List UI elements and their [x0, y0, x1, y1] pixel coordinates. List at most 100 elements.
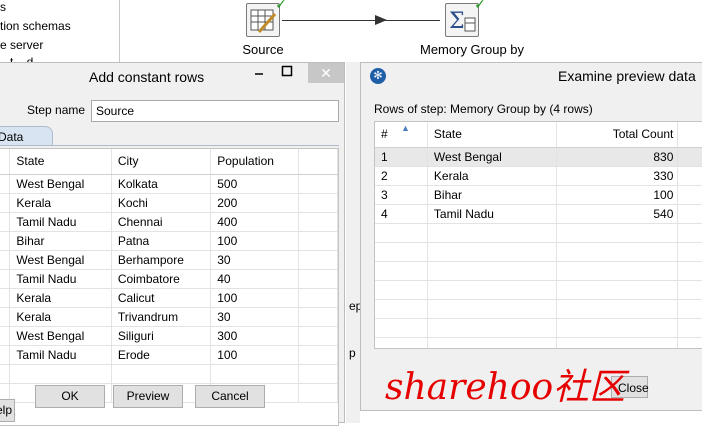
- table-row[interactable]: Kerala Calicut 100: [0, 288, 338, 308]
- table-cell[interactable]: [556, 242, 679, 262]
- preview-button[interactable]: Preview: [113, 385, 183, 408]
- table-cell[interactable]: Trivandrum: [111, 307, 212, 327]
- table-cell[interactable]: [427, 337, 558, 348]
- table-cell[interactable]: 400: [210, 212, 299, 232]
- row-handle[interactable]: [0, 288, 11, 308]
- table-cell[interactable]: [375, 223, 428, 243]
- column-header[interactable]: State: [427, 122, 558, 148]
- row-handle[interactable]: [0, 193, 11, 213]
- table-cell[interactable]: 100: [210, 345, 299, 365]
- table-cell[interactable]: 540: [556, 204, 679, 224]
- maximize-button[interactable]: [277, 63, 297, 83]
- table-cell[interactable]: 300: [210, 326, 299, 346]
- table-row[interactable]: West Bengal Berhampore 30: [0, 250, 338, 270]
- table-cell[interactable]: Tamil Nadu: [9, 269, 112, 289]
- row-handle[interactable]: [0, 307, 11, 327]
- table-row[interactable]: Tamil Nadu Erode 100: [0, 345, 338, 365]
- table-cell[interactable]: 3: [375, 185, 428, 205]
- empty-row[interactable]: [0, 364, 338, 384]
- table-row[interactable]: Bihar Patna 100: [0, 231, 338, 251]
- empty-row[interactable]: [375, 223, 702, 243]
- tree-item[interactable]: ...t ...d: [0, 55, 33, 62]
- tree-item[interactable]: e server: [0, 38, 43, 52]
- empty-row[interactable]: [375, 318, 702, 338]
- table-cell[interactable]: Patna: [111, 231, 212, 251]
- row-handle[interactable]: [0, 326, 11, 346]
- tab-data[interactable]: Data: [0, 126, 53, 146]
- table-cell[interactable]: [427, 299, 558, 319]
- table-cell[interactable]: [556, 318, 679, 338]
- table-cell[interactable]: [556, 280, 679, 300]
- empty-row[interactable]: [375, 261, 702, 281]
- table-cell[interactable]: [375, 280, 428, 300]
- table-row[interactable]: 1 West Bengal 830: [375, 147, 702, 167]
- table-cell[interactable]: [375, 337, 428, 348]
- table-cell[interactable]: Kolkata: [111, 174, 212, 194]
- step-name-input[interactable]: [91, 100, 339, 122]
- table-cell[interactable]: Erode: [111, 345, 212, 365]
- table-cell[interactable]: [556, 299, 679, 319]
- table-row[interactable]: 2 Kerala 330: [375, 166, 702, 186]
- table-cell[interactable]: [375, 299, 428, 319]
- table-cell[interactable]: Tamil Nadu: [9, 212, 112, 232]
- table-cell[interactable]: West Bengal: [9, 174, 112, 194]
- table-row[interactable]: West Bengal Kolkata 500: [0, 174, 338, 194]
- table-cell[interactable]: Kochi: [111, 193, 212, 213]
- table-cell[interactable]: 830: [556, 147, 679, 167]
- table-cell[interactable]: [427, 318, 558, 338]
- table-cell[interactable]: 200: [210, 193, 299, 213]
- table-cell[interactable]: [375, 261, 428, 281]
- table-cell[interactable]: [210, 364, 299, 384]
- table-cell[interactable]: Bihar: [427, 185, 558, 205]
- minimize-button[interactable]: [249, 63, 269, 83]
- table-cell[interactable]: [556, 337, 679, 348]
- hop-connector[interactable]: [282, 20, 440, 21]
- tree-item[interactable]: tion schemas: [0, 19, 71, 33]
- table-cell[interactable]: Kerala: [9, 288, 112, 308]
- table-cell[interactable]: Kerala: [427, 166, 558, 186]
- tree-item[interactable]: s: [0, 0, 6, 14]
- empty-row[interactable]: [375, 242, 702, 262]
- table-cell[interactable]: 330: [556, 166, 679, 186]
- row-handle[interactable]: [0, 345, 11, 365]
- column-header[interactable]: Total Count: [556, 122, 679, 148]
- table-row[interactable]: Kerala Trivandrum 30: [0, 307, 338, 327]
- table-cell[interactable]: [427, 280, 558, 300]
- table-cell[interactable]: [111, 364, 212, 384]
- table-cell[interactable]: West Bengal: [9, 250, 112, 270]
- step-memory-group-by[interactable]: Σ ✓ Memory Group by: [420, 0, 524, 57]
- table-cell[interactable]: Tamil Nadu: [427, 204, 558, 224]
- row-handle[interactable]: [0, 231, 11, 251]
- table-cell[interactable]: [556, 223, 679, 243]
- table-cell[interactable]: 100: [210, 288, 299, 308]
- table-cell[interactable]: 100: [556, 185, 679, 205]
- column-header[interactable]: State: [9, 149, 112, 175]
- table-cell[interactable]: [375, 318, 428, 338]
- table-cell[interactable]: 1: [375, 147, 428, 167]
- table-row[interactable]: 3 Bihar 100: [375, 185, 702, 205]
- table-row[interactable]: 4 Tamil Nadu 540: [375, 204, 702, 224]
- empty-row[interactable]: [375, 299, 702, 319]
- table-cell[interactable]: [427, 223, 558, 243]
- table-row[interactable]: Kerala Kochi 200: [0, 193, 338, 213]
- empty-row[interactable]: [375, 280, 702, 300]
- row-handle[interactable]: [0, 250, 11, 270]
- table-cell[interactable]: Bihar: [9, 231, 112, 251]
- table-cell[interactable]: 30: [210, 250, 299, 270]
- empty-row[interactable]: [375, 337, 702, 348]
- table-cell[interactable]: 500: [210, 174, 299, 194]
- table-cell[interactable]: 4: [375, 204, 428, 224]
- table-cell[interactable]: 40: [210, 269, 299, 289]
- table-cell[interactable]: [9, 364, 112, 384]
- table-cell[interactable]: Kerala: [9, 193, 112, 213]
- column-header[interactable]: City: [111, 149, 212, 175]
- table-cell[interactable]: 100: [210, 231, 299, 251]
- table-cell[interactable]: Kerala: [9, 307, 112, 327]
- table-row[interactable]: West Bengal Siliguri 300: [0, 326, 338, 346]
- step-source[interactable]: ✓ Source: [238, 0, 288, 57]
- preview-grid[interactable]: ▲ # State Total Count 1 West Bengal 830 2 Ke…: [374, 121, 702, 349]
- table-cell[interactable]: Siliguri: [111, 326, 212, 346]
- row-handle[interactable]: [0, 212, 11, 232]
- ok-button[interactable]: OK: [35, 385, 105, 408]
- table-cell[interactable]: [556, 261, 679, 281]
